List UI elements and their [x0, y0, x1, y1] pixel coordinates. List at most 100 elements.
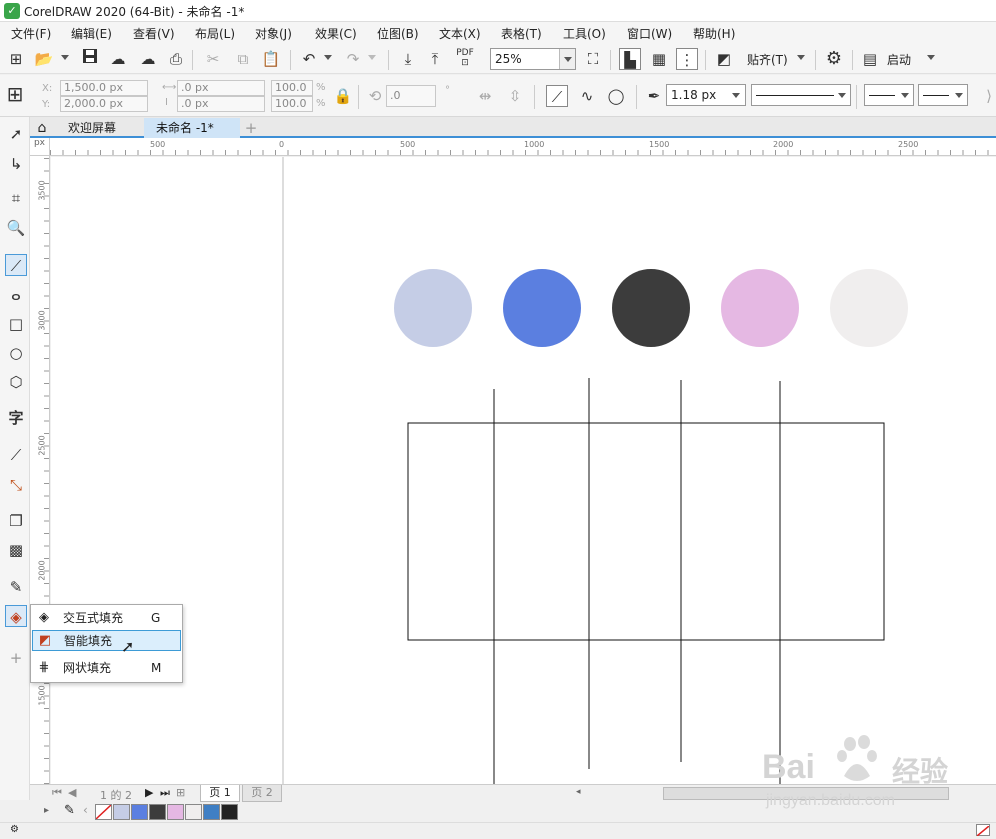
- vertical-ruler[interactable]: 3500 3000 2500 2000 1500: [30, 156, 50, 784]
- horizontal-ruler[interactable]: 500 0 500 1000 1500 2000 2500: [50, 138, 996, 156]
- zoom-dropdown-button[interactable]: [559, 49, 575, 69]
- redo-dropdown-icon[interactable]: [368, 55, 376, 60]
- color-swatch[interactable]: [113, 804, 130, 820]
- open-dropdown-icon[interactable]: [61, 55, 69, 60]
- tab-welcome-screen[interactable]: 欢迎屏幕: [54, 118, 144, 138]
- mirror-horizontal-icon[interactable]: ⇹: [474, 85, 496, 107]
- freehand-tool-icon[interactable]: ⟋: [5, 254, 27, 276]
- x-position-field[interactable]: 1,500.0 px: [60, 80, 148, 96]
- fill-indicator-swatch[interactable]: [976, 824, 990, 837]
- menu-help[interactable]: 帮助(H): [693, 25, 735, 42]
- add-tab-icon[interactable]: +: [242, 118, 260, 138]
- palette-scroll-icon[interactable]: ▸: [44, 805, 49, 816]
- copy-icon[interactable]: ⧉: [232, 48, 254, 70]
- interactive-fill-item[interactable]: ◈ 交互式填充 G: [32, 608, 181, 629]
- polygon-tool-icon[interactable]: ⬡: [5, 371, 27, 393]
- start-arrowhead-dropdown[interactable]: [864, 84, 914, 106]
- menu-layout[interactable]: 布局(L): [195, 25, 235, 42]
- ellipse-tool-icon[interactable]: ○: [5, 342, 27, 364]
- color-circle-4[interactable]: [721, 269, 799, 347]
- color-swatch[interactable]: [185, 804, 202, 820]
- y-position-field[interactable]: 2,000.0 px: [60, 96, 148, 112]
- menu-view[interactable]: 查看(V): [133, 25, 175, 42]
- more-options-icon[interactable]: ⟩: [978, 85, 996, 107]
- smart-fill-item[interactable]: ◩ 智能填充: [32, 630, 181, 651]
- scroll-left-icon[interactable]: ◂: [576, 787, 590, 800]
- open-folder-icon[interactable]: 📂: [33, 48, 55, 70]
- color-circle-2[interactable]: [503, 269, 581, 347]
- shape-tool-icon[interactable]: ↳: [5, 153, 27, 175]
- drawing-canvas[interactable]: [51, 157, 996, 784]
- width-field[interactable]: .0 px: [177, 80, 265, 96]
- home-icon[interactable]: ⌂: [30, 118, 54, 138]
- end-arrowhead-dropdown[interactable]: [918, 84, 968, 106]
- palette-left-icon[interactable]: ‹: [83, 803, 88, 817]
- mesh-fill-item[interactable]: ⋕ 网状填充 M: [32, 658, 181, 679]
- new-document-icon[interactable]: ⊞: [5, 48, 27, 70]
- undo-dropdown-icon[interactable]: [324, 55, 332, 60]
- redo-icon[interactable]: ↷: [342, 48, 364, 70]
- menu-text[interactable]: 文本(X): [439, 25, 481, 42]
- color-swatch[interactable]: [203, 804, 220, 820]
- cloud-share-icon[interactable]: ☁: [137, 48, 159, 70]
- scale-width-field[interactable]: 100.0: [271, 80, 313, 96]
- add-tool-icon[interactable]: +: [5, 647, 27, 669]
- first-page-icon[interactable]: ⏮: [52, 786, 62, 800]
- rotation-angle-field[interactable]: .0: [386, 85, 436, 107]
- shape-closed-icon[interactable]: ◯: [605, 85, 627, 107]
- status-gear-icon[interactable]: ⚙: [10, 824, 19, 835]
- menu-bitmaps[interactable]: 位图(B): [377, 25, 419, 42]
- no-color-swatch[interactable]: [95, 804, 112, 820]
- rotate-icon[interactable]: ⟲: [364, 85, 386, 107]
- interactive-fill-tool-icon[interactable]: ◈: [5, 605, 27, 627]
- height-field[interactable]: .0 px: [177, 96, 265, 112]
- menu-object[interactable]: 对象(J): [255, 25, 292, 42]
- export-icon[interactable]: ⤒: [424, 48, 446, 70]
- ruler-origin[interactable]: px: [30, 138, 50, 156]
- outline-width-dropdown-icon[interactable]: [732, 93, 740, 98]
- menu-edit[interactable]: 编辑(E): [71, 25, 112, 42]
- curve-tool-icon[interactable]: ∿: [576, 85, 598, 107]
- scale-height-field[interactable]: 100.0: [271, 96, 313, 112]
- page-2-tab[interactable]: 页 2: [242, 785, 282, 802]
- cloud-upload-icon[interactable]: ☁: [107, 48, 129, 70]
- rectangle-tool-icon[interactable]: □: [5, 313, 27, 335]
- menu-window[interactable]: 窗口(W): [627, 25, 672, 42]
- connector-tool-icon[interactable]: ⤡: [5, 474, 27, 496]
- dimension-tool-icon[interactable]: ⟋: [5, 444, 27, 466]
- lock-ratio-icon[interactable]: 🔒: [332, 85, 354, 107]
- zoom-tool-icon[interactable]: 🔍: [5, 217, 27, 239]
- menu-file[interactable]: 文件(F): [11, 25, 51, 42]
- color-swatch[interactable]: [167, 804, 184, 820]
- mirror-vertical-icon[interactable]: ⇳: [504, 85, 526, 107]
- prev-page-icon[interactable]: ◀: [68, 786, 76, 799]
- zoom-level-dropdown[interactable]: 25%: [490, 48, 576, 70]
- next-page-icon[interactable]: ▶: [145, 786, 153, 799]
- artistic-media-tool-icon[interactable]: ⴰ: [5, 284, 27, 306]
- eyedropper-tool-icon[interactable]: ✎: [5, 576, 27, 598]
- undo-icon[interactable]: ↶: [298, 48, 320, 70]
- last-page-icon[interactable]: ⏭: [160, 786, 170, 800]
- add-page-icon[interactable]: ⊞: [176, 786, 185, 799]
- menu-effects[interactable]: 效果(C): [315, 25, 357, 42]
- color-swatch[interactable]: [221, 804, 238, 820]
- color-swatch[interactable]: [131, 804, 148, 820]
- menu-table[interactable]: 表格(T): [501, 25, 542, 42]
- line-tool-icon[interactable]: ⟋: [546, 85, 568, 107]
- rectangle-shape[interactable]: [407, 422, 885, 641]
- color-swatch[interactable]: [149, 804, 166, 820]
- drop-shadow-tool-icon[interactable]: ❐: [5, 510, 27, 532]
- tab-untitled-1[interactable]: 未命名 -1*: [144, 118, 240, 138]
- crop-tool-icon[interactable]: ⌗: [5, 187, 27, 209]
- import-icon[interactable]: ⤓: [397, 48, 419, 70]
- eyedropper-palette-icon[interactable]: ✎: [64, 803, 75, 818]
- paste-icon[interactable]: 📋: [260, 48, 282, 70]
- color-circle-3[interactable]: [612, 269, 690, 347]
- export-pdf-icon[interactable]: PDF ⊡: [454, 48, 476, 70]
- pen-nib-icon[interactable]: ✒: [643, 85, 665, 107]
- page-1-tab[interactable]: 页 1: [200, 785, 240, 802]
- print-icon[interactable]: ⎙: [165, 48, 187, 70]
- pick-tool-icon[interactable]: ➚: [5, 123, 27, 145]
- color-circle-1[interactable]: [394, 269, 472, 347]
- menu-tools[interactable]: 工具(O): [563, 25, 606, 42]
